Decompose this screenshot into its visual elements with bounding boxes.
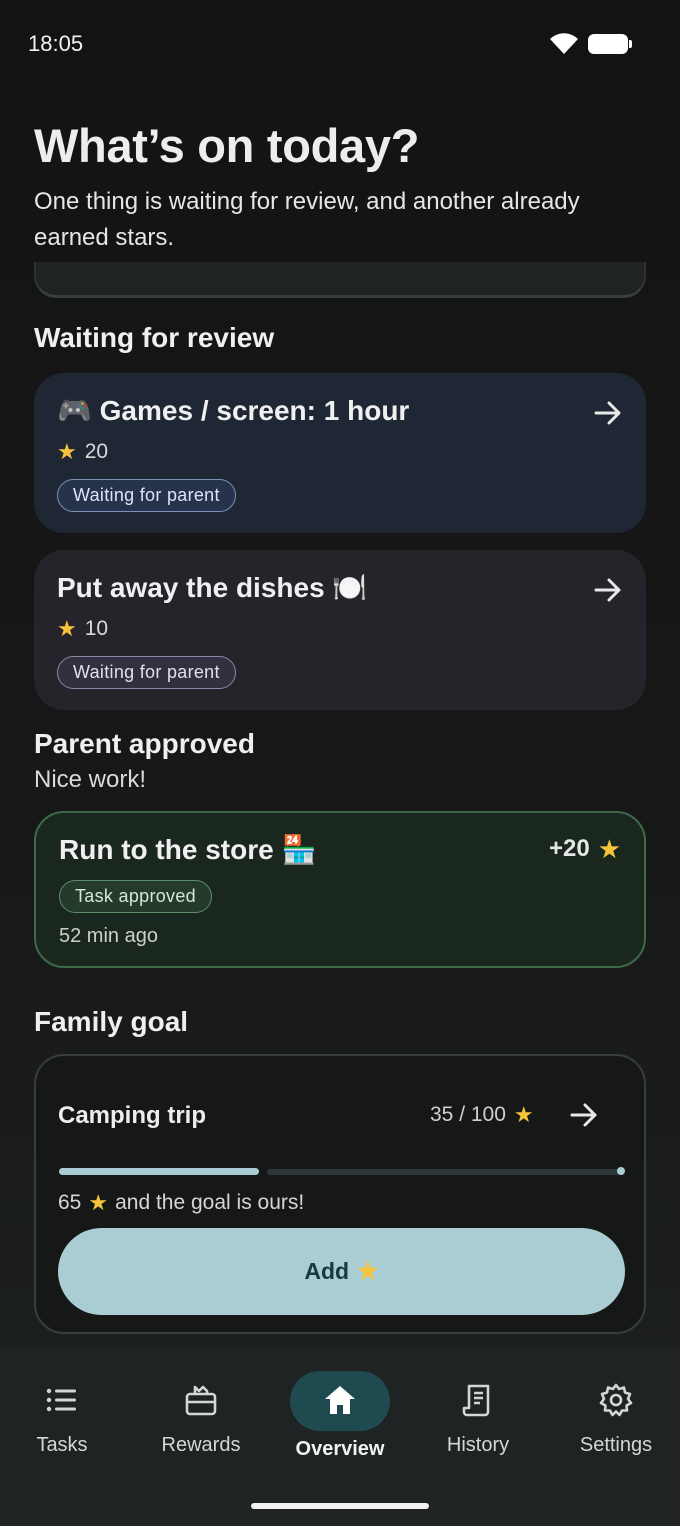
reward-value: +20 <box>548 835 590 862</box>
goal-progress-end-dot <box>617 1167 625 1175</box>
task-title: Run to the store 🏪 <box>59 834 317 865</box>
arrow-right-icon[interactable] <box>592 397 624 429</box>
nav-item-settings[interactable]: Settings <box>556 1368 676 1468</box>
receipt-icon <box>462 1384 490 1417</box>
task-stars-value: 20 <box>84 440 109 463</box>
status-badge: Waiting for parent <box>57 656 236 689</box>
task-title: Put away the dishes 🍽️ <box>57 572 368 603</box>
nav-label: History <box>446 1434 510 1456</box>
star-icon: ★ <box>357 1257 379 1285</box>
status-badge: Task approved <box>59 880 212 913</box>
task-title: 🎮 Games / screen: 1 hour <box>57 395 410 426</box>
page-subtitle: One thing is waiting for review, and ano… <box>34 188 580 251</box>
gift-box-icon <box>185 1385 217 1416</box>
nav-item-tasks[interactable]: Tasks <box>2 1368 122 1468</box>
star-icon: ★ <box>88 1190 109 1215</box>
review-task-card[interactable]: 🎮 Games / screen: 1 hour ★ 20 Waiting fo… <box>34 373 646 533</box>
goal-progress-value: 35 / 100 <box>430 1103 506 1126</box>
goal-section-title: Family goal <box>34 1006 189 1037</box>
star-icon: ★ <box>57 439 77 464</box>
goal-remaining-count: 65 <box>58 1191 82 1214</box>
nav-item-rewards[interactable]: Rewards <box>141 1368 261 1468</box>
approved-task-card[interactable]: Run to the store 🏪 +20 ★ Task approved 5… <box>34 811 646 968</box>
goal-name: Camping trip <box>58 1102 206 1129</box>
goal-remaining-text: 65 ★ and the goal is ours! <box>58 1191 304 1215</box>
star-icon: ★ <box>513 1102 534 1127</box>
gear-icon <box>599 1383 633 1417</box>
task-stars: ★ 20 <box>57 440 108 464</box>
nav-item-history[interactable]: History <box>418 1368 538 1468</box>
add-button-label: Add <box>304 1258 350 1284</box>
status-badge: Waiting for parent <box>57 479 236 512</box>
scrolled-card-edge <box>34 262 646 298</box>
wifi-icon <box>550 33 578 54</box>
bottom-nav: Tasks Rewards Overview History Settings <box>0 1350 680 1526</box>
page-title: What’s on today? <box>34 119 420 172</box>
approved-section-subtitle: Nice work! <box>34 766 147 793</box>
home-indicator[interactable] <box>251 1503 429 1509</box>
review-section-title: Waiting for review <box>34 322 275 353</box>
add-stars-button[interactable]: Add ★ <box>58 1228 625 1315</box>
approved-time: 52 min ago <box>59 925 158 947</box>
arrow-right-icon[interactable] <box>592 574 624 606</box>
battery-icon <box>588 34 632 54</box>
star-icon: ★ <box>597 834 621 864</box>
star-icon: ★ <box>57 616 77 641</box>
nav-item-overview[interactable]: Overview <box>280 1368 400 1468</box>
list-icon <box>46 1388 76 1412</box>
status-bar: 18:05 <box>0 0 680 88</box>
nav-label: Settings <box>579 1434 653 1456</box>
reward-amount: +20 ★ <box>549 835 621 863</box>
nav-label: Rewards <box>161 1434 241 1456</box>
approved-section-title: Parent approved <box>34 728 255 759</box>
status-time: 18:05 <box>28 31 84 56</box>
nav-label: Tasks <box>36 1434 88 1456</box>
goal-remaining-message: and the goal is ours! <box>115 1191 305 1214</box>
task-stars: ★ 10 <box>57 617 108 641</box>
nav-label: Overview <box>295 1438 385 1460</box>
task-stars-value: 10 <box>84 617 109 640</box>
family-goal-card: Camping trip 35 / 100 ★ 65 ★ and the goa… <box>34 1054 646 1334</box>
home-icon <box>325 1386 355 1414</box>
review-task-card[interactable]: Put away the dishes 🍽️ ★ 10 Waiting for … <box>34 550 646 710</box>
goal-progress-text: 35 / 100 ★ <box>430 1103 534 1127</box>
goal-progress-track <box>267 1169 623 1175</box>
arrow-right-icon[interactable] <box>568 1099 600 1131</box>
goal-progress-fill <box>59 1168 259 1175</box>
